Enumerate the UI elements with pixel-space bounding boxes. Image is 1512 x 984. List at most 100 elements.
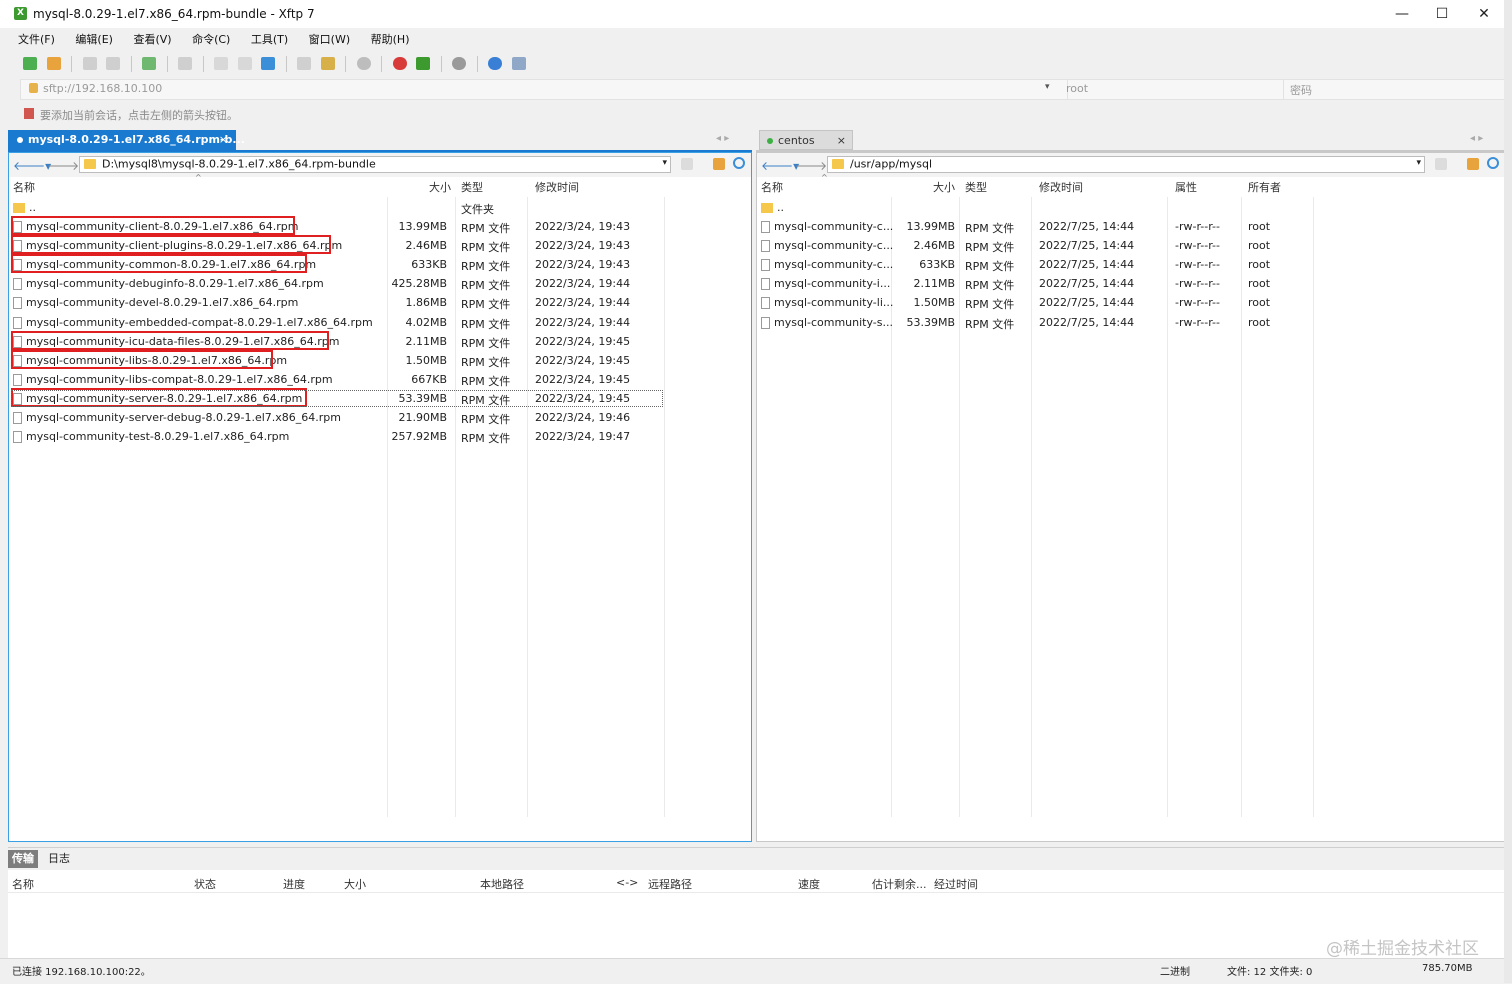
globe-icon[interactable] (356, 57, 371, 70)
table-row[interactable]: mysql-community-c... 633KB RPM 文件 2022/7/25… (757, 256, 1507, 275)
chevron-down-icon[interactable]: ▾ (662, 158, 667, 168)
list-item[interactable]: .. (757, 199, 1507, 218)
xfer-col-progress[interactable]: 进度 (283, 876, 305, 892)
table-row[interactable]: mysql-community-libs-8.0.29-1.el7.x86_64… (9, 349, 751, 371)
menu-window[interactable]: 窗口(W) (299, 30, 357, 50)
tab-scroll-right-icon[interactable]: ◂ ▸ (1470, 133, 1483, 144)
address-input[interactable]: sftp://192.168.10.100 (43, 82, 162, 95)
xfer-col-status[interactable]: 状态 (194, 876, 216, 892)
maximize-button[interactable]: ☐ (1420, 0, 1464, 28)
file-counts: 文件: 12 文件夹: 0 (1227, 967, 1313, 978)
username-input[interactable]: root (1066, 82, 1088, 95)
table-row[interactable]: mysql-community-devel-8.0.29-1.el7.x86_6… (9, 294, 751, 313)
table-row[interactable]: mysql-community-server-8.0.29-1.el7.x86_… (9, 387, 751, 409)
menu-view[interactable]: 查看(V) (123, 30, 178, 50)
menu-tools[interactable]: 工具(T) (241, 30, 295, 50)
local-path-input[interactable]: D:\mysql8\mysql-8.0.29-1.el7.x86_64.rpm-… (79, 156, 671, 173)
new-session-icon[interactable] (23, 57, 37, 70)
star-icon[interactable] (681, 158, 693, 170)
copy-icon[interactable] (214, 57, 228, 70)
xfer-col-size[interactable]: 大小 (344, 876, 366, 892)
file-type: RPM 文件 (965, 260, 1015, 274)
highlight-box (11, 216, 295, 235)
password-input[interactable]: 密码 (1290, 82, 1312, 98)
xfer-col-direction[interactable]: <-> (616, 876, 638, 889)
back-arrow-icon[interactable]: 🡐▾ (761, 158, 799, 173)
table-row[interactable]: mysql-community-common-8.0.29-1.el7.x86_… (9, 254, 751, 275)
tab-scroll-left-icon[interactable]: ◂ ▸ (716, 133, 729, 144)
minimize-button[interactable]: — (1380, 0, 1424, 28)
file-mtime: 2022/3/24, 19:43 (535, 258, 631, 272)
col-owner[interactable]: 所有者 (1248, 179, 1281, 195)
col-type[interactable]: 类型 (965, 179, 987, 195)
transfer-column-header (8, 872, 1504, 893)
tab-remote-session[interactable]: centos × (759, 130, 853, 150)
refresh-icon[interactable] (733, 157, 745, 169)
table-row[interactable]: mysql-community-server-debug-8.0.29-1.el… (9, 409, 751, 428)
new-file-transfer-icon[interactable] (142, 57, 156, 70)
xfer-col-eta[interactable]: 估计剩余... (872, 876, 927, 892)
table-row[interactable]: mysql-community-li... 1.50MB RPM 文件 2022/7/… (757, 294, 1507, 313)
table-row[interactable]: mysql-community-c... 13.99MB RPM 文件 2022/7/… (757, 218, 1507, 237)
paste-icon[interactable] (237, 57, 252, 70)
col-attr[interactable]: 属性 (1175, 179, 1197, 195)
remote-path-input[interactable]: /usr/app/mysql ▾ (827, 156, 1425, 173)
help-icon[interactable] (488, 57, 502, 70)
menu-edit[interactable]: 编辑(E) (65, 30, 120, 50)
permission-icon[interactable] (320, 57, 335, 70)
close-button[interactable]: ✕ (1462, 0, 1506, 28)
open-folder-icon[interactable] (46, 57, 61, 70)
layout-icon[interactable] (178, 57, 192, 70)
gear-icon[interactable] (452, 57, 466, 70)
local-file-pane[interactable]: 🡐▾ 🡒▾ D:\mysql8\mysql-8.0.29-1.el7.x86_6… (8, 152, 752, 842)
back-arrow-icon[interactable]: 🡐▾ (13, 158, 51, 173)
menu-help[interactable]: 帮助(H) (361, 30, 417, 50)
col-name[interactable]: 名称 (13, 179, 35, 195)
chat-icon[interactable] (511, 57, 526, 70)
tab-transfer[interactable]: 传输 (8, 850, 38, 868)
chevron-down-icon[interactable]: ▾ (1045, 82, 1050, 92)
col-size[interactable]: 大小 (429, 179, 451, 195)
menu-command[interactable]: 命令(C) (182, 30, 237, 50)
disconnect-icon[interactable] (106, 57, 120, 70)
chevron-down-icon[interactable]: ▾ (1416, 158, 1421, 168)
xftp-launch-icon[interactable] (416, 57, 430, 70)
username-field[interactable] (1067, 80, 1298, 99)
table-row[interactable]: mysql-community-test-8.0.29-1.el7.x86_64… (9, 428, 751, 447)
address-bar[interactable]: sftp://192.168.10.100 ▾ (20, 79, 1506, 100)
transfer-mode[interactable]: 二进制 (1160, 963, 1190, 978)
col-size[interactable]: 大小 (933, 179, 955, 195)
table-row[interactable]: mysql-community-i... 2.11MB RPM 文件 2022/7/2… (757, 275, 1507, 294)
tab-local-session[interactable]: mysql-8.0.29-1.el7.x86_64.rpm-b... × (8, 130, 245, 150)
menu-file[interactable]: 文件(F) (8, 30, 62, 50)
remote-file-pane[interactable]: 🡐▾ 🡒▾ /usr/app/mysql ▾ 名称 ^ 大小 类型 修改时间 属… (756, 152, 1508, 842)
sync-icon[interactable] (261, 57, 275, 70)
bookmark-icon[interactable] (24, 108, 34, 119)
xfer-col-name[interactable]: 名称 (12, 876, 34, 892)
col-name[interactable]: 名称 (761, 179, 783, 195)
tab-remote-close-icon[interactable]: × (837, 131, 846, 151)
connect-icon[interactable] (82, 57, 97, 70)
properties-icon[interactable] (297, 57, 311, 70)
col-type[interactable]: 类型 (461, 179, 483, 195)
file-icon (761, 278, 770, 291)
home-folder-icon[interactable] (713, 158, 725, 170)
table-row[interactable]: mysql-community-c... 2.46MB RPM 文件 2022/7/2… (757, 237, 1507, 256)
window-scrollbar[interactable] (1504, 0, 1512, 983)
star-icon[interactable] (1435, 158, 1447, 170)
xshell-icon[interactable] (392, 57, 407, 70)
tab-local-close-icon[interactable]: × (219, 130, 228, 150)
file-icon (13, 412, 22, 424)
xfer-col-elapsed[interactable]: 经过时间 (934, 876, 978, 892)
xfer-col-speed[interactable]: 速度 (798, 876, 820, 892)
home-folder-icon[interactable] (1467, 158, 1479, 170)
xfer-col-remote[interactable]: 远程路径 (648, 876, 692, 892)
col-mtime[interactable]: 修改时间 (535, 179, 579, 195)
col-mtime[interactable]: 修改时间 (1039, 179, 1083, 195)
file-size: 2.11MB (405, 334, 447, 348)
refresh-icon[interactable] (1487, 157, 1499, 169)
table-row[interactable]: mysql-community-s... 53.39MB RPM 文件 2022/7/… (757, 314, 1507, 333)
xfer-col-local[interactable]: 本地路径 (480, 876, 524, 892)
table-row[interactable]: mysql-community-debuginfo-8.0.29-1.el7.x… (9, 275, 751, 294)
tab-log[interactable]: 日志 (44, 850, 74, 868)
